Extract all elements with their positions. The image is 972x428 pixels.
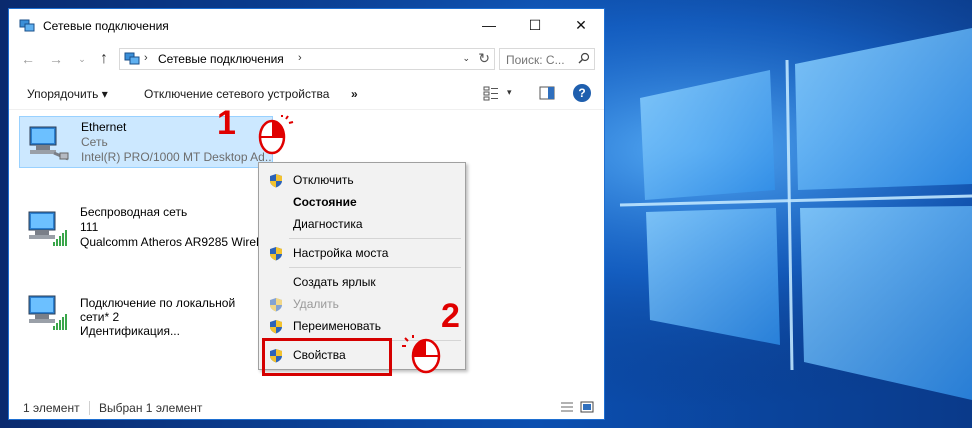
connection-name: Беспроводная сеть: [80, 205, 188, 219]
connection-network: 111: [80, 220, 99, 234]
view-options-dropdown[interactable]: ▾: [507, 87, 512, 98]
organize-button[interactable]: Упорядочить ▾: [27, 87, 108, 101]
highlight-box-properties: [262, 338, 392, 376]
breadcrumb-separator[interactable]: ›: [144, 52, 148, 64]
view-options-icon[interactable]: [483, 85, 499, 101]
network-connections-icon: [19, 19, 35, 32]
menu-item-diagnostics[interactable]: Диагностика: [259, 213, 465, 235]
menu-item-rename[interactable]: Переименовать: [259, 315, 465, 337]
menu-item-status[interactable]: Состояние: [259, 191, 465, 213]
menu-separator: [289, 238, 461, 239]
status-divider: [89, 401, 90, 415]
minimize-button[interactable]: —: [466, 9, 512, 41]
maximize-button[interactable]: ☐: [512, 9, 558, 41]
breadcrumb-network-connections[interactable]: Сетевые подключения: [158, 52, 284, 66]
preview-pane-icon[interactable]: [539, 86, 555, 100]
uac-shield-icon: [270, 298, 282, 312]
menu-item-create-shortcut[interactable]: Создать ярлык: [259, 271, 465, 293]
menu-item-label: Переименовать: [293, 319, 381, 333]
details-view-icon[interactable]: [560, 401, 574, 413]
connection-name: Ethernet: [81, 120, 127, 134]
selected-count: Выбран 1 элемент: [99, 401, 203, 415]
menu-item-delete: Удалить: [259, 293, 465, 315]
command-bar: Упорядочить ▾ Отключение сетевого устрой…: [9, 79, 604, 110]
search-icon: [578, 52, 590, 64]
disable-device-button[interactable]: Отключение сетевого устройства: [144, 87, 329, 101]
connection-item-local[interactable]: Подключение по локальной сети* 2 Идентиф…: [19, 286, 273, 338]
address-row: ← → ⌄ ↑ › Сетевые подключения › ⌄ ↻: [9, 45, 604, 73]
wireless-network-adapter-icon: [28, 211, 67, 246]
address-bar[interactable]: › Сетевые подключения › ⌄ ↻: [119, 48, 495, 70]
refresh-button[interactable]: ↻: [478, 50, 490, 67]
help-button[interactable]: ?: [573, 84, 591, 102]
breadcrumb-separator[interactable]: ›: [298, 52, 302, 64]
step-number-1: 1: [217, 104, 236, 142]
step-number-2: 2: [441, 297, 460, 335]
up-button[interactable]: ↑: [95, 50, 113, 68]
wired-network-adapter-icon: [29, 126, 69, 161]
menu-separator: [289, 267, 461, 268]
connection-network: сети* 2: [80, 310, 120, 324]
large-icons-view-icon[interactable]: [580, 401, 594, 413]
menu-item-label: Диагностика: [293, 217, 363, 231]
uac-shield-icon: [270, 174, 282, 188]
connection-device: Intel(R) PRO/1000 MT Desktop Ad...: [81, 150, 271, 164]
title-bar[interactable]: Сетевые подключения — ☐ ✕: [9, 9, 604, 43]
connection-name: Подключение по локальной: [80, 296, 236, 310]
back-button[interactable]: ←: [19, 50, 37, 68]
menu-item-label: Настройка моста: [293, 246, 389, 260]
connection-item-wireless[interactable]: Беспроводная сеть 111 Qualcomm Atheros A…: [19, 202, 273, 254]
connection-device: Qualcomm Atheros AR9285 Wirele...: [80, 235, 270, 249]
more-commands-button[interactable]: »: [351, 87, 358, 101]
forward-button[interactable]: →: [47, 50, 65, 68]
address-dropdown-button[interactable]: ⌄: [462, 53, 470, 64]
menu-item-label: Отключить: [293, 173, 354, 187]
close-button[interactable]: ✕: [558, 9, 604, 41]
network-connections-icon: [124, 52, 140, 65]
menu-item-label: Состояние: [293, 195, 357, 209]
menu-item-label: Создать ярлык: [293, 275, 376, 289]
uac-shield-icon: [270, 247, 282, 261]
search-box[interactable]: [499, 48, 595, 70]
menu-item-bridge[interactable]: Настройка моста: [259, 242, 465, 264]
recent-locations-button[interactable]: ⌄: [73, 50, 91, 68]
menu-item-label: Удалить: [293, 297, 339, 311]
status-bar: 1 элемент Выбран 1 элемент: [9, 397, 604, 419]
item-count: 1 элемент: [23, 401, 80, 415]
uac-shield-icon: [270, 320, 282, 334]
window-title: Сетевые подключения: [43, 19, 169, 33]
left-click-mouse-icon: [402, 335, 441, 374]
connection-device: Идентификация...: [80, 324, 180, 338]
connection-network: Сеть: [81, 135, 108, 149]
wireless-network-adapter-icon: [28, 295, 67, 330]
menu-item-disable[interactable]: Отключить: [259, 169, 465, 191]
right-click-mouse-icon: [258, 115, 294, 155]
search-input[interactable]: [504, 50, 578, 70]
